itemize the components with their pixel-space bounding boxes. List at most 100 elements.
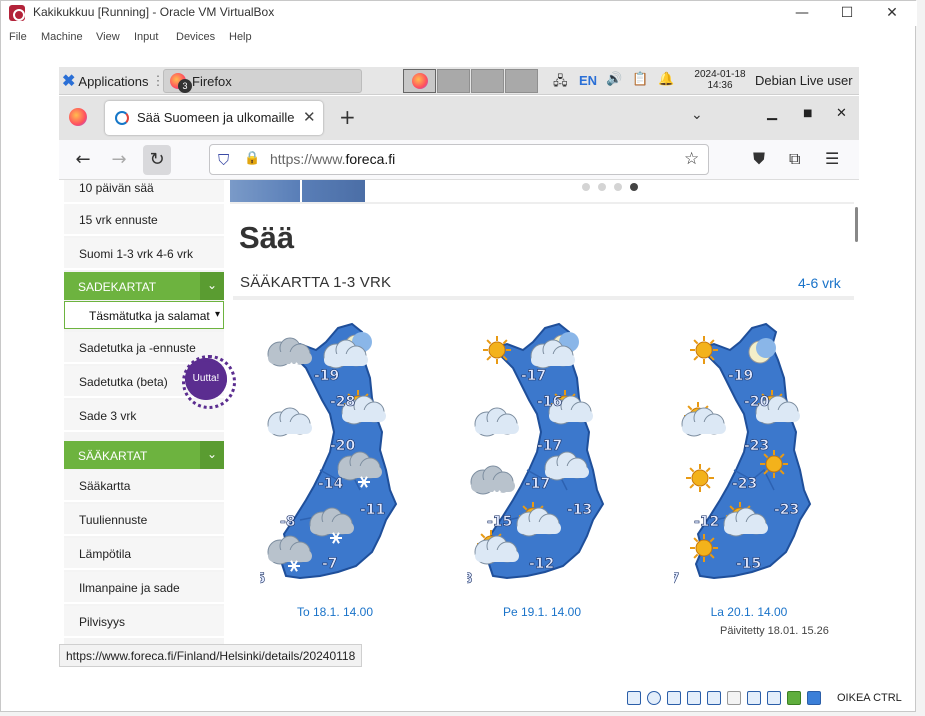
ff-maximize-icon[interactable]: ■ (803, 108, 812, 119)
taskbar-firefox-label: Firefox (192, 73, 232, 89)
back-button-icon[interactable]: ← (71, 149, 95, 171)
lock-icon[interactable]: 🔒 (244, 151, 260, 166)
radar-dropdown[interactable]: Täsmätutka ja salamat ▾ (64, 301, 224, 329)
4-6-day-link[interactable]: 4-6 vrk (798, 275, 841, 291)
ff-minimize-icon[interactable]: ▁ (767, 106, 777, 121)
display-icon[interactable] (747, 691, 761, 705)
usb-icon[interactable] (707, 691, 721, 705)
workspace-4[interactable] (505, 69, 538, 93)
weather-map-3[interactable]: -19 -20 -23 -23 -12 -23 -15 -7 La 20.1. 14.00 (674, 320, 824, 619)
video-capture-icon[interactable] (767, 691, 781, 705)
workspace-3[interactable] (471, 69, 504, 93)
xfce-panel: ✖ Applications ⋮ 3 Firefox 🖧 EN 🔊 📋 🔔 20… (59, 67, 859, 95)
map-temperature-label: -15 (487, 514, 512, 530)
notification-bell-icon[interactable]: 🔔 (658, 72, 674, 87)
finland-map-3: -19 -20 -23 -23 -12 -23 -15 -7 (674, 322, 812, 587)
map-temperature-label: -15 (736, 556, 761, 572)
menu-input[interactable]: Input (134, 31, 158, 43)
weather-map-1[interactable]: -19 -28 -20 -14 -8 -11 -7 -5 To 18.1. 14.00 (260, 320, 410, 619)
workspace-1[interactable] (403, 69, 436, 93)
sidebar-item-15-day[interactable]: 15 vrk ennuste (64, 204, 224, 236)
menu-help[interactable]: Help (229, 31, 252, 43)
menu-file[interactable]: File (9, 31, 27, 43)
scrollbar[interactable] (855, 207, 858, 242)
pocket-icon[interactable]: ⛊ (753, 149, 765, 169)
reload-button-icon[interactable]: ↻ (143, 145, 171, 175)
menu-machine[interactable]: Machine (41, 31, 83, 43)
carousel-dot-4[interactable] (630, 183, 638, 191)
url-bar[interactable]: ⛉ 🔒 https://www.foreca.fi ☆ (209, 144, 709, 175)
audio-icon[interactable] (667, 691, 681, 705)
minimize-button[interactable]: — (787, 3, 817, 23)
clock-date: 2024-01-18 (694, 69, 746, 80)
mouse-integration-icon[interactable] (807, 691, 821, 705)
virtualbox-icon (9, 5, 25, 21)
virtualization-icon[interactable] (787, 691, 801, 705)
xfce-logo-icon: ✖ (62, 73, 76, 90)
carousel-dot-1[interactable] (582, 183, 590, 191)
network-adapter-icon[interactable] (687, 691, 701, 705)
divider (230, 202, 854, 204)
workspace-2[interactable] (437, 69, 470, 93)
volume-icon[interactable]: 🔊 (606, 72, 622, 87)
sidebar-item-weather-map[interactable]: Sääkartta (64, 470, 224, 502)
app-menu-icon[interactable]: ☰ (825, 149, 839, 168)
vbox-statusbar: OIKEA CTRL (601, 689, 911, 709)
sidebar-item-wind[interactable]: Tuuliennuste (64, 504, 224, 536)
section-rule (233, 296, 854, 300)
top-photo-strip[interactable] (230, 180, 365, 202)
url-text[interactable]: https://www.foreca.fi (270, 151, 395, 167)
maximize-button[interactable]: ☐ (832, 3, 862, 23)
ff-close-icon[interactable]: ✕ (836, 106, 847, 121)
map-temperature-label: -5 (260, 571, 266, 587)
weather-map-2[interactable]: -17 -16 -17 -17 -15 -13 -12 -8 Pe 19.1. 14.00 (467, 320, 617, 619)
map-date-3[interactable]: La 20.1. 14.00 (674, 605, 824, 619)
link-status-url: https://www.foreca.fi/Finland/Helsinki/d… (59, 644, 363, 667)
user-menu[interactable]: Debian Live user (755, 73, 853, 88)
sidebar-header-rain-maps[interactable]: SADEKARTAT ⌄ (64, 272, 224, 300)
network-icon[interactable]: 🖧 (553, 72, 568, 94)
tab-foreca[interactable]: Sää Suomeen ja ulkomaille ✕ (105, 101, 323, 135)
window-count-badge: 3 (178, 79, 192, 93)
chevron-down-icon[interactable]: ⌄ (200, 441, 224, 469)
shared-folders-icon[interactable] (727, 691, 741, 705)
tracking-protection-shield-icon[interactable]: ⛉ (218, 151, 229, 169)
finland-map-1: -19 -28 -20 -14 -8 -11 -7 -5 (260, 322, 398, 587)
sidebar-item-finland-forecast[interactable]: Suomi 1-3 vrk 4-6 vrk (64, 238, 224, 270)
extensions-icon[interactable]: ⧉ (789, 149, 800, 169)
clock[interactable]: 2024-01-18 14:36 (685, 69, 755, 91)
map-temperature-label: -23 (774, 502, 799, 518)
forward-button-icon[interactable]: → (107, 149, 131, 171)
clock-time: 14:36 (707, 80, 733, 91)
tab-close-icon[interactable]: ✕ (303, 108, 316, 126)
map-date-1[interactable]: To 18.1. 14.00 (260, 605, 410, 619)
bookmark-star-icon[interactable]: ☆ (684, 149, 699, 169)
keyboard-layout[interactable]: EN (579, 73, 597, 88)
sidebar-header-weather-maps[interactable]: SÄÄKARTAT ⌄ (64, 441, 224, 469)
map-temperature-label: -16 (537, 394, 562, 410)
close-button[interactable]: ✕ (877, 3, 907, 23)
firefox-view-button[interactable] (69, 108, 87, 126)
taskbar-firefox[interactable]: 3 Firefox (163, 69, 362, 93)
clipboard-icon[interactable]: 📋 (632, 72, 648, 87)
menu-devices[interactable]: Devices (176, 31, 215, 43)
chevron-down-icon[interactable]: ⌄ (200, 272, 224, 300)
sidebar-item-cloudiness[interactable]: Pilvisyys (64, 606, 224, 638)
firefox-mini-icon (412, 73, 428, 89)
hard-disk-icon[interactable] (627, 691, 641, 705)
menu-view[interactable]: View (96, 31, 120, 43)
map-date-2[interactable]: Pe 19.1. 14.00 (467, 605, 617, 619)
firefox-navbar: ← → ↻ ⛉ 🔒 https://www.foreca.fi ☆ ⛊ ⧉ ☰ (59, 140, 859, 180)
new-tab-button[interactable]: + (339, 105, 356, 129)
firefox-icon: 3 (170, 73, 192, 93)
page-title: Sää (239, 220, 295, 255)
optical-drive-icon[interactable] (647, 691, 661, 705)
sidebar-item-temperature[interactable]: Lämpötila (64, 538, 224, 570)
sidebar-item-pressure[interactable]: Ilmanpaine ja sade (64, 572, 224, 604)
carousel-dot-3[interactable] (614, 183, 622, 191)
sidebar-item-10-day[interactable]: 10 päivän sää (64, 180, 224, 204)
carousel-dot-2[interactable] (598, 183, 606, 191)
map-temperature-label: -14 (318, 476, 344, 492)
applications-menu-button[interactable]: ✖ Applications ⋮ (62, 70, 165, 92)
list-all-tabs-icon[interactable]: ⌄ (691, 107, 703, 123)
